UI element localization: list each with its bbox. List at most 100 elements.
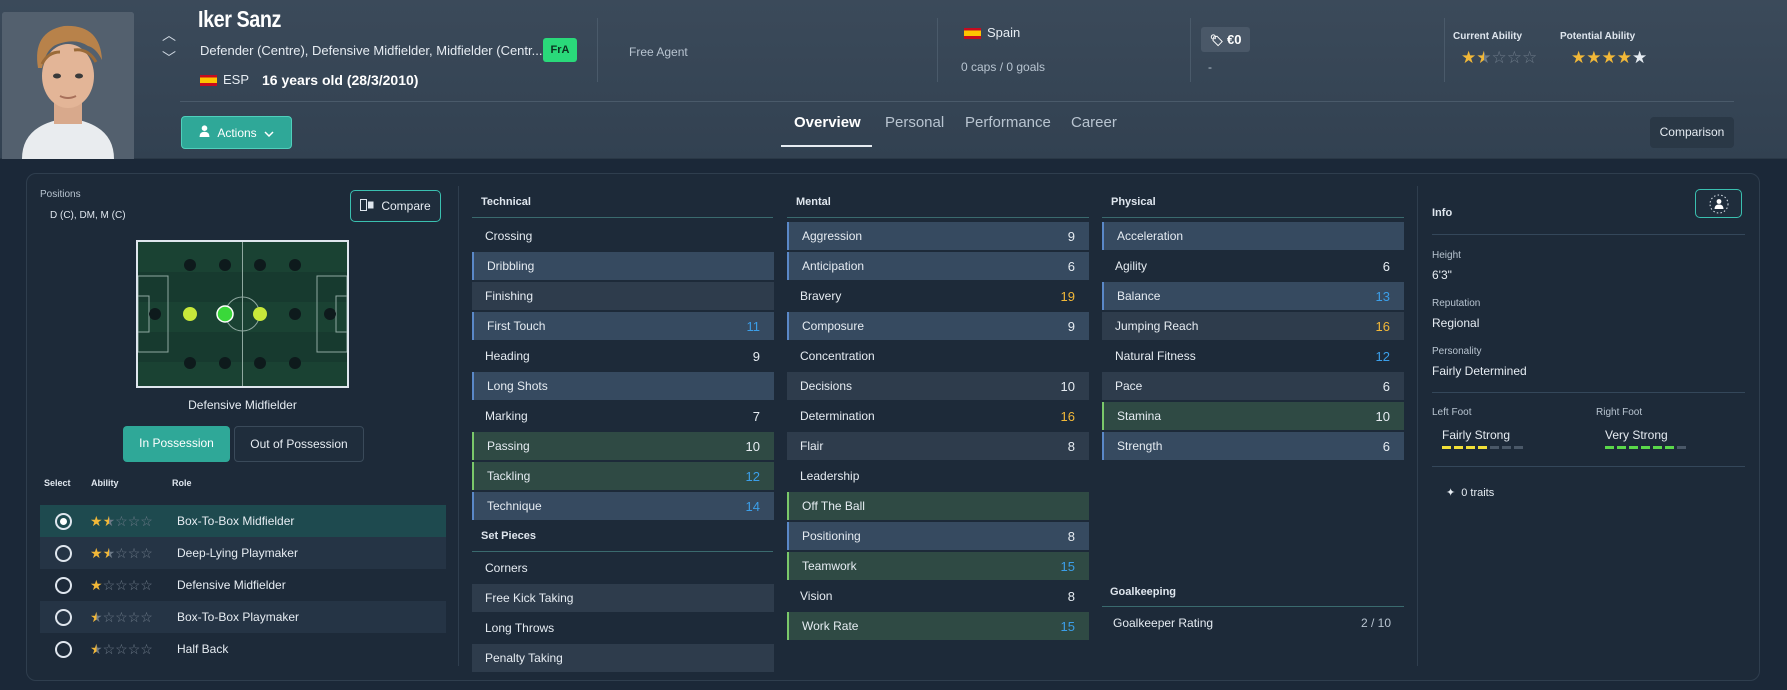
- out-of-possession-button[interactable]: Out of Possession: [234, 426, 364, 462]
- star-icon: ☆: [127, 512, 141, 529]
- attribute-row: Tackling 12: [472, 462, 774, 490]
- star-icon: ☆: [127, 576, 141, 593]
- attribute-row: Decisions 10: [787, 372, 1089, 400]
- attribute-name: Agility: [1115, 259, 1148, 273]
- attribute-name: Determination: [800, 409, 875, 423]
- role-row[interactable]: ★★☆☆☆ Deep-Lying Playmaker: [40, 537, 446, 569]
- star-icon: ★: [90, 608, 103, 625]
- physical-title: Physical: [1111, 196, 1156, 208]
- attribute-row: Passing 10: [472, 432, 774, 460]
- role-radio[interactable]: [55, 640, 72, 658]
- player-icon-button[interactable]: [1695, 189, 1742, 218]
- info-divider: [1432, 466, 1745, 467]
- attribute-value: 6: [1382, 378, 1390, 394]
- role-row[interactable]: ★☆☆☆☆ Box-To-Box Playmaker: [40, 601, 446, 633]
- star-icon: ☆: [115, 640, 128, 657]
- foot-strength-segment: [1641, 446, 1650, 449]
- attribute-value: 6: [1382, 438, 1390, 454]
- pitch-diagram: [136, 240, 349, 388]
- divider: [597, 18, 598, 82]
- attribute-value: 19: [1060, 288, 1075, 304]
- attribute-name: Pace: [1115, 379, 1143, 393]
- attribute-name: Heading: [485, 349, 530, 363]
- star-icon: ★: [1586, 48, 1602, 67]
- role-ability-stars: ★★☆☆☆: [90, 545, 153, 562]
- actions-button[interactable]: Actions: [181, 116, 292, 149]
- star-icon: ☆: [1506, 48, 1522, 67]
- attribute-value: 9: [1067, 228, 1075, 244]
- tab-career[interactable]: Career: [1071, 114, 1117, 131]
- star-icon: ★: [90, 544, 103, 561]
- selected-role-name: Defensive Midfielder: [188, 398, 297, 412]
- info-divider: [1432, 392, 1745, 393]
- technical-title: Technical: [481, 196, 531, 208]
- attribute-value: 8: [1067, 528, 1075, 544]
- in-possession-button[interactable]: In Possession: [123, 426, 230, 462]
- role-radio[interactable]: [55, 608, 72, 626]
- role-ability-stars: ★☆☆☆☆: [90, 641, 153, 658]
- player-portrait: [2, 12, 134, 159]
- attribute-row: Penalty Taking: [472, 644, 774, 672]
- dotted-person-icon: [1709, 194, 1728, 213]
- role-radio[interactable]: [55, 544, 72, 562]
- section-divider: [472, 551, 773, 552]
- attribute-name: Flair: [800, 439, 824, 453]
- goalkeeper-rating-row: Goalkeeper Rating 2 / 10: [1102, 609, 1403, 637]
- foot-strength-segment: [1490, 446, 1499, 449]
- attribute-name: Natural Fitness: [1115, 349, 1196, 363]
- left-foot-label: Left Foot: [1432, 407, 1472, 418]
- foot-strength-segment: [1653, 446, 1662, 449]
- star-icon: ☆: [127, 640, 141, 657]
- attribute-row: Concentration: [787, 342, 1089, 370]
- previous-player-arrow-icon[interactable]: ︿: [160, 26, 178, 44]
- current-ability-label: Current Ability: [1453, 31, 1523, 42]
- tab-overview[interactable]: Overview: [794, 114, 861, 131]
- star-icon: ☆: [140, 576, 153, 593]
- role-row[interactable]: ★☆☆☆☆ Half Back: [40, 633, 446, 665]
- star-icon: ☆: [102, 608, 116, 625]
- attribute-name: Anticipation: [802, 259, 865, 273]
- next-player-arrow-icon[interactable]: ﹀: [160, 49, 178, 67]
- attribute-value: 12: [745, 468, 760, 484]
- role-row[interactable]: ★★☆☆☆ Box-To-Box Midfielder: [40, 505, 446, 537]
- personality-value: Fairly Determined: [1432, 364, 1527, 378]
- active-tab-indicator: [781, 145, 872, 147]
- attribute-name: First Touch: [487, 319, 546, 333]
- section-divider: [1102, 217, 1404, 218]
- attribute-row: Composure 9: [787, 312, 1089, 340]
- role-radio[interactable]: [55, 576, 72, 594]
- attribute-name: Positioning: [802, 529, 861, 543]
- goalkeeper-rating-label: Goalkeeper Rating: [1113, 616, 1214, 630]
- tab-personal[interactable]: Personal: [885, 114, 944, 131]
- role-row[interactable]: ★☆☆☆☆ Defensive Midfielder: [40, 569, 446, 601]
- attribute-name: Stamina: [1117, 409, 1162, 423]
- attribute-row: Strength 6: [1102, 432, 1404, 460]
- comparison-button[interactable]: Comparison: [1650, 117, 1734, 148]
- actions-label: Actions: [217, 125, 257, 140]
- attribute-name: Free Kick Taking: [485, 591, 574, 605]
- star-icon: ☆: [115, 544, 128, 561]
- attribute-name: Technique: [487, 499, 542, 513]
- attribute-name: Work Rate: [802, 619, 859, 633]
- foot-strength-segment: [1605, 446, 1614, 449]
- reputation-label: Reputation: [1432, 298, 1481, 309]
- attribute-value: 6: [1382, 258, 1390, 274]
- right-foot-value: Very Strong: [1605, 428, 1668, 442]
- attribute-value: 8: [1067, 438, 1075, 454]
- price-tag-icon: 🏷: [1210, 35, 1224, 47]
- attribute-name: Long Shots: [487, 379, 548, 393]
- attribute-value: 15: [1060, 558, 1075, 574]
- role-radio[interactable]: [55, 512, 72, 530]
- country: Spain: [964, 25, 1020, 40]
- value-amount: €0: [1226, 32, 1242, 47]
- attribute-name: Long Throws: [485, 621, 555, 635]
- foot-strength-segment: [1665, 446, 1674, 449]
- player-age: 16 years old (28/3/2010): [262, 72, 419, 88]
- compare-button[interactable]: Compare: [350, 190, 441, 222]
- right-foot-bar: [1605, 446, 1686, 449]
- foot-strength-segment: [1478, 446, 1487, 449]
- current-ability-stars: ★★☆☆☆: [1461, 48, 1537, 68]
- attribute-row: Agility 6: [1102, 252, 1404, 280]
- tab-performance[interactable]: Performance: [965, 114, 1051, 131]
- caps-goals: 0 caps / 0 goals: [961, 60, 1046, 74]
